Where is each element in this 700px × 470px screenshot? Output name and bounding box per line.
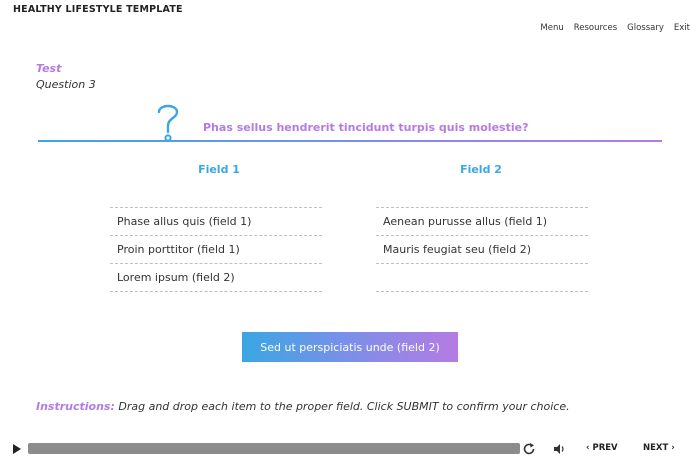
next-label: NEXT [643,443,669,453]
question-text: Phas sellus hendrerit tincidunt turpis q… [203,121,529,134]
instructions: Instructions: Drag and drop each item to… [36,400,570,413]
replay-icon[interactable] [522,442,536,456]
drop-item[interactable]: Mauris feugiat seu (field 2) [376,236,588,264]
question-mark-icon [157,104,179,142]
chevron-right-icon: › [668,443,675,453]
top-nav: Menu Resources Glossary Exit [540,23,690,33]
app-title: HEALTHY LIFESTYLE TEMPLATE [13,4,183,15]
nav-menu[interactable]: Menu [540,23,563,33]
drop-slot-empty[interactable] [376,264,588,292]
instructions-label: Instructions: [36,400,115,413]
field-2-drop-zone[interactable]: Aenean purusse allus (field 1) Mauris fe… [376,207,588,292]
drop-item[interactable]: Lorem ipsum (field 2) [110,264,322,292]
prev-label: PREV [592,443,618,453]
field-2-header: Field 2 [460,163,502,176]
nav-glossary[interactable]: Glossary [627,23,664,33]
player-bar: ‹ PREV NEXT › [0,438,700,460]
drop-item[interactable]: Aenean purusse allus (field 1) [376,208,588,236]
draggable-item[interactable]: Sed ut perspiciatis unde (field 2) [242,332,458,362]
nav-exit[interactable]: Exit [674,23,690,33]
question-divider [38,140,662,142]
prev-button[interactable]: ‹ PREV [586,443,618,453]
question-number: Question 3 [36,78,96,91]
field-1-header: Field 1 [198,163,240,176]
field-1-drop-zone[interactable]: Phase allus quis (field 1) Proin porttit… [110,207,322,292]
play-icon[interactable] [13,444,21,454]
drop-item[interactable]: Phase allus quis (field 1) [110,208,322,236]
section-label: Test [36,62,62,75]
progress-bar[interactable] [28,443,520,454]
volume-icon[interactable] [552,442,566,456]
drop-item[interactable]: Proin porttitor (field 1) [110,236,322,264]
nav-resources[interactable]: Resources [574,23,617,33]
instructions-text: Drag and drop each item to the proper fi… [118,400,570,413]
next-button[interactable]: NEXT › [643,443,675,453]
